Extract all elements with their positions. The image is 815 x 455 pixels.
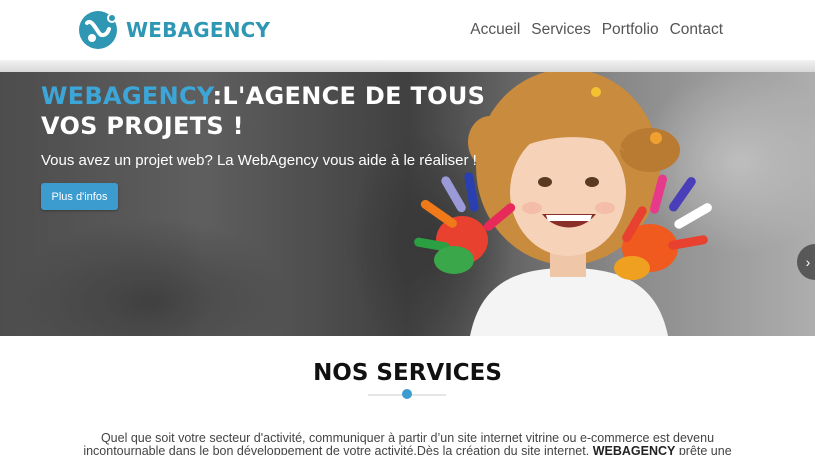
hero-top-strip: [0, 60, 815, 72]
divider-dot-icon: [402, 389, 412, 399]
services-text-line2a: incontournable dans le bon développement…: [83, 444, 590, 455]
services-description: Quel que soit votre secteur d'activité, …: [0, 432, 815, 455]
hero-title-brand: WEBAGENCY: [41, 82, 213, 110]
logo-text: WEBAGENCY: [126, 18, 271, 42]
chevron-right-icon: ›: [805, 254, 811, 270]
webagency-logo-icon: [79, 11, 117, 49]
site-header: WEBAGENCY Accueil Services Portfolio Con…: [0, 0, 815, 60]
main-nav: Accueil Services Portfolio Contact: [470, 21, 723, 39]
hero-title: WEBAGENCY:L'AGENCE DE TOUS VOS PROJETS !: [41, 81, 485, 141]
hero-subtitle: Vous avez un projet web? La WebAgency vo…: [41, 152, 477, 169]
nav-item-accueil[interactable]: Accueil: [470, 21, 520, 39]
logo[interactable]: WEBAGENCY: [79, 9, 270, 51]
nav-item-services[interactable]: Services: [531, 21, 590, 39]
more-info-button[interactable]: Plus d'infos: [41, 183, 118, 210]
services-text-line2b: prête une: [678, 444, 732, 455]
nav-item-contact[interactable]: Contact: [670, 21, 723, 39]
services-title: NOS SERVICES: [313, 360, 502, 386]
services-text-brand: WEBAGENCY: [592, 444, 676, 455]
hero-title-line2: VOS PROJETS !: [41, 112, 244, 140]
hero-title-rest: :L'AGENCE DE TOUS: [212, 82, 486, 110]
services-text-line1: Quel que soit votre secteur d'activité, …: [100, 431, 715, 445]
nav-item-portfolio[interactable]: Portfolio: [602, 21, 659, 39]
